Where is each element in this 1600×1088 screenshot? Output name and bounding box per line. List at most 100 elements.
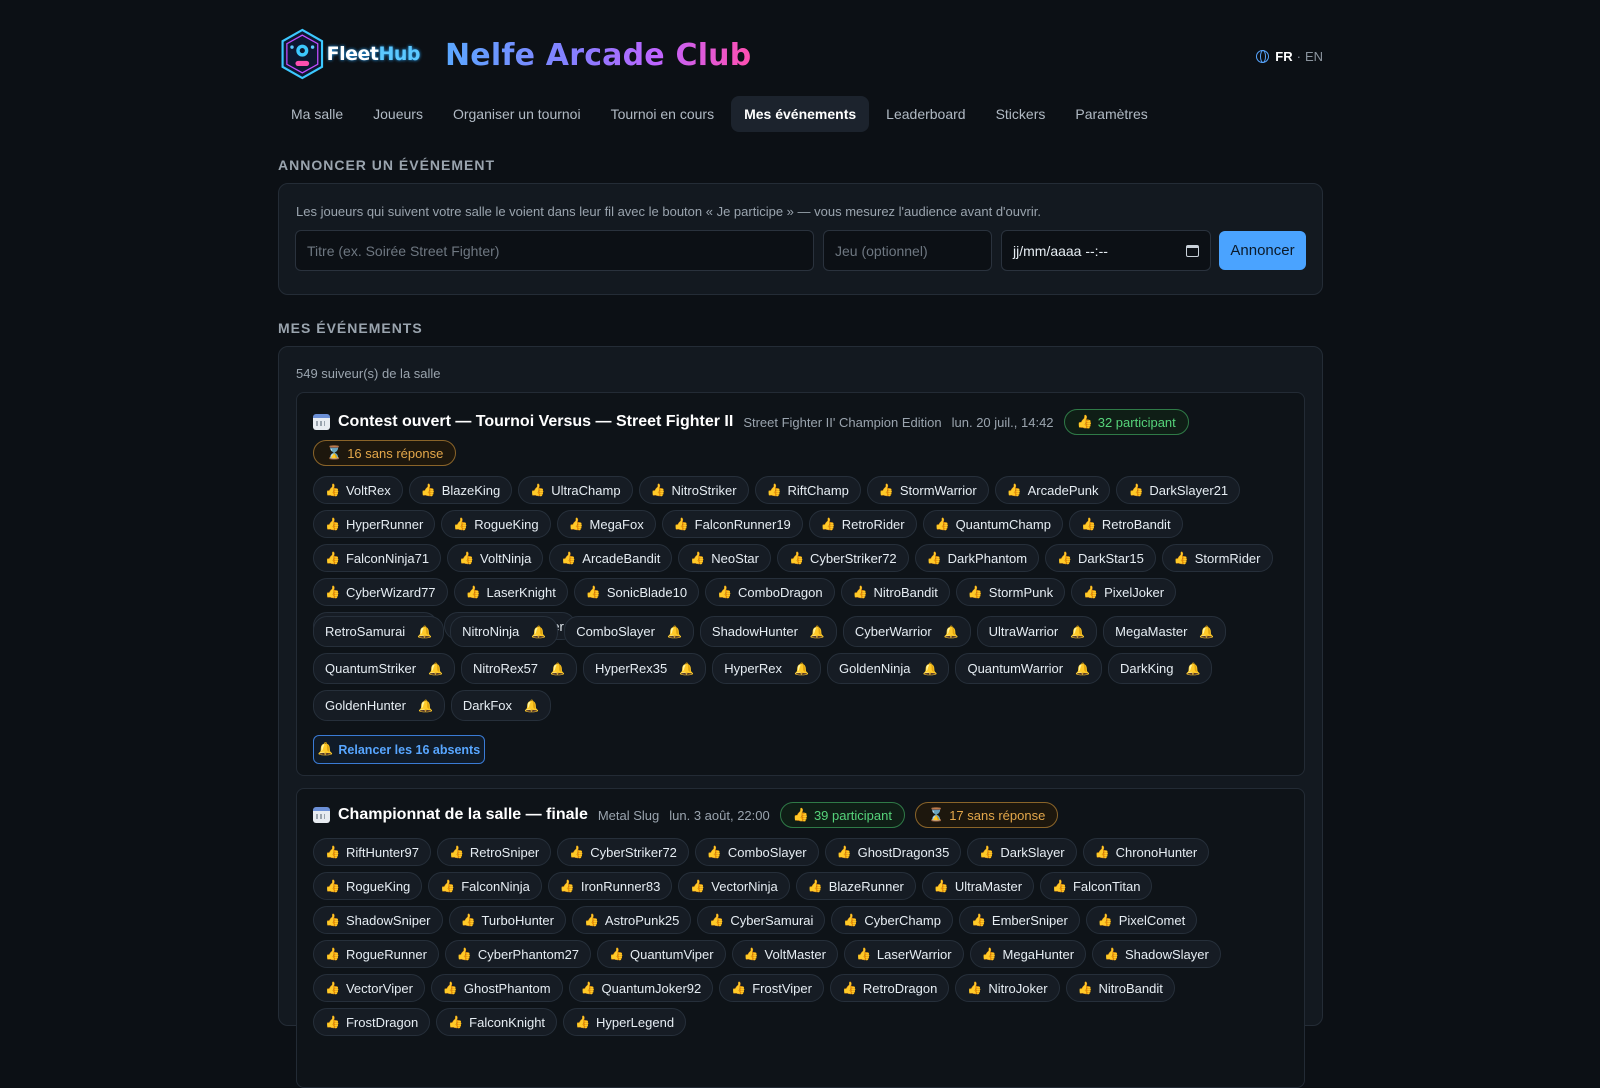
participant-chip[interactable]: 👍 VoltRex	[313, 476, 403, 504]
no-reply-player-chip[interactable]: CyberWarrior 🔔	[842, 616, 971, 647]
participant-chip[interactable]: 👍 StormPunk	[955, 578, 1066, 606]
no-reply-player-chip[interactable]: GoldenHunter 🔔	[313, 690, 445, 721]
participant-chip[interactable]: 👍 RogueKing	[313, 872, 423, 900]
nav-mes-evenements[interactable]: Mes événements	[731, 96, 870, 132]
participant-chip[interactable]: 👍 ShadowSlayer	[1092, 940, 1221, 968]
participant-chip[interactable]: 👍 NitroBandit	[1065, 974, 1175, 1002]
participant-chip[interactable]: 👍 BlazeKing	[408, 476, 513, 504]
participant-chip[interactable]: 👍 VoltMaster	[731, 940, 838, 968]
participant-chip[interactable]: 👍 FalconNinja	[428, 872, 542, 900]
nav-joueurs[interactable]: Joueurs	[360, 96, 436, 132]
lang-en[interactable]: EN	[1305, 49, 1323, 64]
participant-chip[interactable]: 👍 AstroPunk25	[571, 906, 692, 934]
participant-chip[interactable]: 👍 MegaFox	[556, 510, 656, 538]
nav-leaderboard[interactable]: Leaderboard	[873, 96, 978, 132]
no-reply-player-chip[interactable]: QuantumStriker 🔔	[313, 653, 455, 684]
participant-chip[interactable]: 👍 RetroBandit	[1068, 510, 1183, 538]
participant-chip[interactable]: 👍 FalconKnight	[436, 1008, 558, 1036]
participant-chip[interactable]: 👍 DarkStar15	[1045, 544, 1156, 572]
nav-stickers[interactable]: Stickers	[983, 96, 1059, 132]
participant-chip[interactable]: 👍 CyberWizard77	[313, 578, 448, 606]
participant-chip[interactable]: 👍 VoltNinja	[447, 544, 544, 572]
event-game-input[interactable]	[823, 230, 992, 271]
participant-chip[interactable]: 👍 PixelComet	[1085, 906, 1198, 934]
participant-chip[interactable]: 👍 RogueKing	[441, 510, 551, 538]
participant-chip[interactable]: 👍 HyperRunner	[313, 510, 436, 538]
participant-chip[interactable]: 👍 RetroDragon	[829, 974, 950, 1002]
no-reply-player-chip[interactable]: DarkFox 🔔	[450, 690, 551, 721]
participant-chip[interactable]: 👍 FalconTitan	[1040, 872, 1153, 900]
participant-chip[interactable]: 👍 CyberChamp	[831, 906, 953, 934]
participant-chip[interactable]: 👍 DarkSlayer	[967, 838, 1077, 866]
participant-chip[interactable]: 👍 BlazeRunner	[795, 872, 916, 900]
participant-chip[interactable]: 👍 CyberStriker72	[777, 544, 909, 572]
participant-chip[interactable]: 👍 StormWarrior	[866, 476, 989, 504]
participant-chip[interactable]: 👍 PixelJoker	[1071, 578, 1177, 606]
participant-chip[interactable]: 👍 ComboSlayer	[694, 838, 819, 866]
participant-chip[interactable]: 👍 SonicBlade10	[573, 578, 700, 606]
participant-chip[interactable]: 👍 NitroStriker	[638, 476, 749, 504]
fleethub-logo[interactable]: FleetHub	[280, 23, 420, 85]
nav-parametres[interactable]: Paramètres	[1062, 96, 1160, 132]
participant-chip[interactable]: 👍 NitroJoker	[955, 974, 1060, 1002]
no-reply-player-chip[interactable]: DarkKing 🔔	[1108, 653, 1213, 684]
participant-chip[interactable]: 👍 TurboHunter	[448, 906, 566, 934]
participant-chip[interactable]: 👍 ShadowSniper	[313, 906, 443, 934]
nav-ma-salle[interactable]: Ma salle	[278, 96, 356, 132]
lang-fr[interactable]: FR	[1275, 49, 1292, 64]
no-reply-player-chip[interactable]: RetroSamurai 🔔	[313, 616, 445, 647]
participant-chip[interactable]: 👍 FalconNinja71	[313, 544, 442, 572]
participant-chip[interactable]: 👍 LaserWarrior	[843, 940, 964, 968]
no-reply-player-chip[interactable]: UltraWarrior 🔔	[976, 616, 1098, 647]
participant-chip[interactable]: 👍 GhostPhantom	[430, 974, 563, 1002]
no-reply-player-chip[interactable]: NitroNinja 🔔	[450, 616, 559, 647]
participant-chip[interactable]: 👍 NitroBandit	[840, 578, 950, 606]
participant-chip[interactable]: 👍 QuantumViper	[597, 940, 726, 968]
event-title-input[interactable]	[295, 230, 814, 271]
participant-chip[interactable]: 👍 FrostViper	[719, 974, 824, 1002]
participant-chip[interactable]: 👍 StormRider	[1161, 544, 1273, 572]
participant-chip[interactable]: 👍 HyperLegend	[563, 1008, 687, 1036]
participant-chip[interactable]: 👍 EmberSniper	[958, 906, 1080, 934]
participant-chip[interactable]: 👍 CyberStriker72	[557, 838, 689, 866]
participant-chip[interactable]: 👍 FrostDragon	[313, 1008, 431, 1036]
participant-chip[interactable]: 👍 ChronoHunter	[1082, 838, 1210, 866]
participant-chip[interactable]: 👍 GhostDragon35	[824, 838, 962, 866]
participant-chip[interactable]: 👍 UltraMaster	[921, 872, 1035, 900]
participant-chip[interactable]: 👍 RiftChamp	[754, 476, 861, 504]
participant-chip[interactable]: 👍 RetroRider	[808, 510, 917, 538]
nav-tournoi-en-cours[interactable]: Tournoi en cours	[598, 96, 728, 132]
participant-chip[interactable]: 👍 RiftHunter97	[313, 838, 431, 866]
nav-organiser-tournoi[interactable]: Organiser un tournoi	[440, 96, 594, 132]
participant-chip[interactable]: 👍 DarkSlayer21	[1116, 476, 1241, 504]
event-datetime-input[interactable]: jj/mm/aaaa --:--	[1001, 230, 1211, 271]
participant-chip[interactable]: 👍 CyberSamurai	[697, 906, 826, 934]
announce-button[interactable]: Annoncer	[1219, 231, 1306, 270]
no-reply-player-chip[interactable]: GoldenNinja 🔔	[826, 653, 950, 684]
participant-chip[interactable]: 👍 ComboDragon	[705, 578, 835, 606]
no-reply-player-chip[interactable]: MegaMaster 🔔	[1103, 616, 1227, 647]
participant-chip[interactable]: 👍 RetroSniper	[436, 838, 552, 866]
participant-chip[interactable]: 👍 NeoStar	[678, 544, 771, 572]
no-reply-player-chip[interactable]: ShadowHunter 🔔	[699, 616, 837, 647]
calendar-picker-icon[interactable]	[1186, 244, 1199, 257]
participant-chip[interactable]: 👍 VectorViper	[313, 974, 425, 1002]
participant-chip[interactable]: 👍 IronRunner83	[547, 872, 673, 900]
no-reply-player-chip[interactable]: HyperRex35 🔔	[582, 653, 707, 684]
participant-chip[interactable]: 👍 MegaHunter	[969, 940, 1087, 968]
relaunch-absent-button[interactable]: 🔔 Relancer les 16 absents	[313, 735, 485, 764]
participant-chip[interactable]: 👍 RogueRunner	[313, 940, 439, 968]
participant-chip[interactable]: 👍 QuantumJoker92	[568, 974, 714, 1002]
participant-chip[interactable]: 👍 FalconRunner19	[661, 510, 803, 538]
participant-chip[interactable]: 👍 VectorNinja	[678, 872, 790, 900]
no-reply-player-chip[interactable]: NitroRex57 🔔	[461, 653, 577, 684]
participant-chip[interactable]: 👍 ArcadePunk	[994, 476, 1111, 504]
no-reply-player-chip[interactable]: ComboSlayer 🔔	[564, 616, 694, 647]
participant-chip[interactable]: 👍 UltraChamp	[518, 476, 633, 504]
participant-chip[interactable]: 👍 LaserKnight	[453, 578, 568, 606]
participant-chip[interactable]: 👍 DarkPhantom	[914, 544, 1040, 572]
no-reply-player-chip[interactable]: HyperRex 🔔	[712, 653, 821, 684]
participant-chip[interactable]: 👍 ArcadeBandit	[549, 544, 673, 572]
participant-chip[interactable]: 👍 CyberPhantom27	[444, 940, 592, 968]
no-reply-player-chip[interactable]: QuantumWarrior 🔔	[955, 653, 1103, 684]
